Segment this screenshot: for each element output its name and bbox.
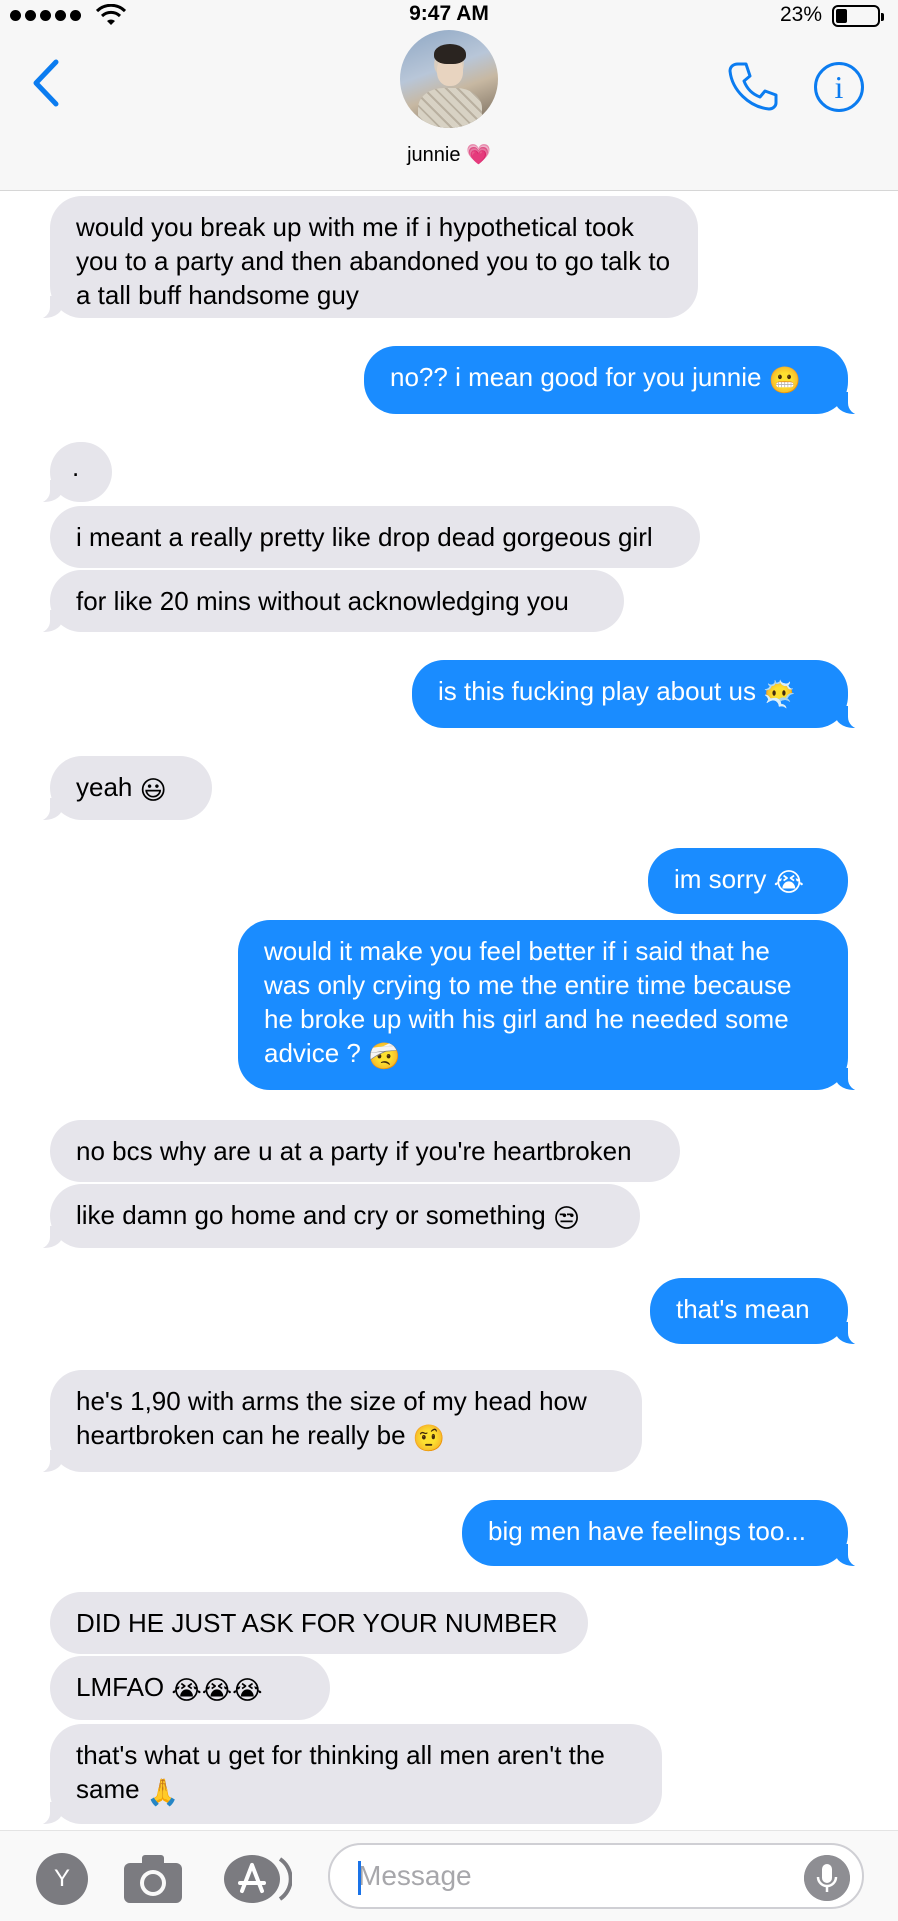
camera-icon[interactable] <box>120 1851 186 1907</box>
message-text: for like 20 mins without acknowledging y… <box>76 586 569 616</box>
message-text: . <box>72 452 80 482</box>
message-bubble-incoming[interactable]: no bcs why are u at a party if you're he… <box>50 1120 680 1182</box>
message-bubble-outgoing[interactable]: im sorry 😭 <box>648 848 848 914</box>
message-text: yeah <box>76 772 133 802</box>
message-text: that's mean <box>676 1294 810 1324</box>
compose-bar: Y <box>0 1830 898 1921</box>
face-in-clouds-emoji: 😶‍🌫️ <box>763 679 796 709</box>
message-bubble-outgoing[interactable]: is this fucking play about us 😶‍🌫️ <box>412 660 862 729</box>
message-text: would you break up with me if i hypothet… <box>76 212 671 310</box>
message-text: i meant a really pretty like drop dead g… <box>76 522 653 552</box>
text-caret <box>358 1861 361 1895</box>
app-drawer-y-icon[interactable]: Y <box>36 1853 88 1905</box>
loudly-crying-emoji: 😭 <box>773 867 805 897</box>
battery-percentage: 23% <box>779 3 822 26</box>
message-text: he's 1,90 with arms the size of my head … <box>76 1386 587 1450</box>
message-text: would it make you feel better if i said … <box>264 936 792 1068</box>
phone-call-icon[interactable] <box>724 58 780 114</box>
message-bubble-incoming[interactable]: that's what u get for thinking all men a… <box>36 1724 662 1825</box>
loudly-crying-emoji: 😭😭😭 <box>171 1675 263 1705</box>
status-time: 9:47 AM <box>409 2 489 25</box>
message-bubble-incoming[interactable]: . <box>36 442 112 503</box>
message-bubble-incoming[interactable]: would you break up with me if i hypothet… <box>36 196 698 319</box>
face-with-head-bandage-emoji: 🤕 <box>368 1041 401 1071</box>
heart-emoji: 💗 <box>466 144 491 166</box>
status-bar: 9:47 AM 23% <box>0 0 898 34</box>
contact-name[interactable]: junnie 💗 <box>0 142 898 167</box>
message-bubble-incoming[interactable]: DID HE JUST ASK FOR YOUR NUMBER <box>50 1592 588 1654</box>
microphone-icon[interactable] <box>804 1855 850 1901</box>
back-chevron-icon[interactable] <box>26 58 66 108</box>
message-bubble-incoming[interactable]: like damn go home and cry or something 😒 <box>36 1184 640 1249</box>
battery-icon <box>832 5 884 27</box>
message-text: no?? i mean good for you junnie <box>390 362 762 392</box>
message-text: im sorry <box>674 864 767 894</box>
message-text: is this fucking play about us <box>438 676 756 706</box>
message-text: like damn go home and cry or something <box>76 1200 546 1230</box>
contact-name-text: junnie <box>407 144 461 166</box>
message-bubble-incoming[interactable]: yeah 😃 <box>36 756 212 821</box>
smiley-emoji: 😃 <box>139 775 167 805</box>
message-text: no bcs why are u at a party if you're he… <box>76 1136 632 1166</box>
info-icon[interactable]: i <box>814 62 864 112</box>
message-text: big men have feelings too... <box>488 1516 806 1546</box>
message-bubble-incoming[interactable]: he's 1,90 with arms the size of my head … <box>36 1370 642 1473</box>
unamused-face-emoji: 😒 <box>552 1203 581 1233</box>
raised-eyebrow-emoji: 🤨 <box>412 1423 446 1453</box>
message-input[interactable] <box>328 1843 864 1909</box>
message-text: DID HE JUST ASK FOR YOUR NUMBER <box>76 1608 558 1638</box>
folded-hands-emoji: 🙏 <box>146 1777 180 1807</box>
message-text: LMFAO <box>76 1672 165 1702</box>
message-bubble-outgoing[interactable]: would it make you feel better if i said … <box>238 920 862 1091</box>
contact-avatar[interactable] <box>400 30 498 128</box>
message-bubble-incoming[interactable]: for like 20 mins without acknowledging y… <box>36 570 624 633</box>
message-bubble-outgoing[interactable]: big men have feelings too... <box>462 1500 862 1567</box>
app-store-icon[interactable] <box>222 1853 292 1905</box>
grimacing-emoji: 😬 <box>768 365 802 395</box>
message-bubble-outgoing[interactable]: that's mean <box>650 1278 862 1345</box>
message-bubble-outgoing[interactable]: no?? i mean good for you junnie 😬 <box>364 346 862 415</box>
message-bubble-incoming[interactable]: LMFAO 😭😭😭 <box>50 1656 330 1720</box>
message-bubble-incoming[interactable]: i meant a really pretty like drop dead g… <box>50 506 700 568</box>
